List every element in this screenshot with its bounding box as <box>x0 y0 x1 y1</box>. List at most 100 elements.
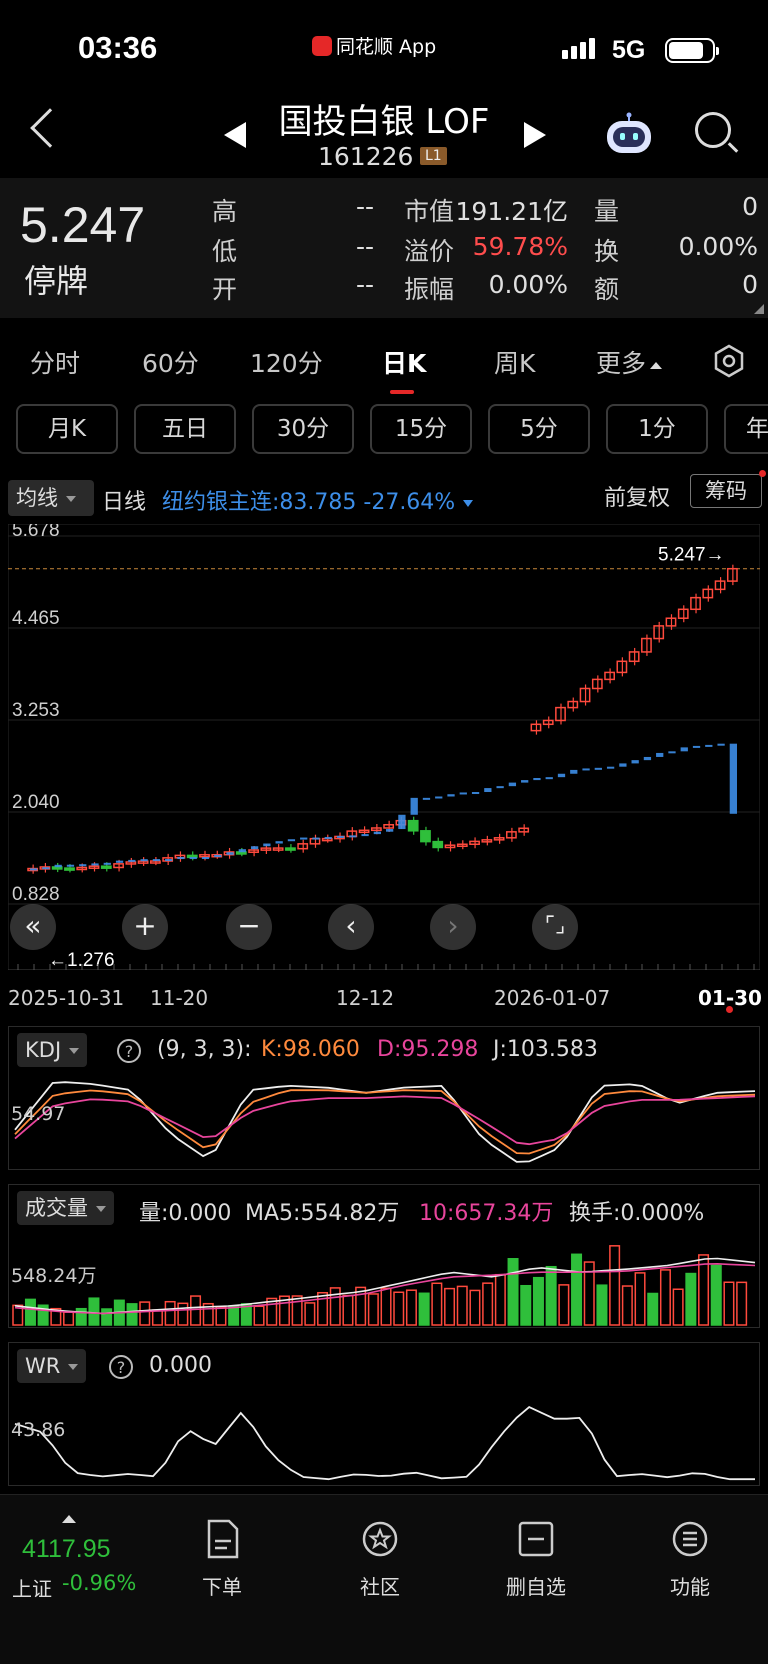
silver-candle <box>717 743 725 746</box>
next-stock-icon[interactable] <box>524 122 546 148</box>
silver-candle <box>189 857 197 860</box>
nav-community[interactable]: 社区 <box>330 1519 430 1600</box>
nav-functions-label: 功能 <box>670 1575 710 1599</box>
scroll-left-icon[interactable]: ‹ <box>328 904 374 950</box>
stock-code: 161226 <box>318 142 414 171</box>
nav-community-label: 社区 <box>360 1575 400 1599</box>
candle-body <box>51 866 63 870</box>
period-month[interactable]: 月K <box>16 404 118 454</box>
period-5min[interactable]: 5分 <box>488 404 590 454</box>
daily-line-label: 日线 <box>102 490 147 515</box>
silver-candle <box>140 859 148 862</box>
robot-assistant-icon[interactable] <box>604 112 654 156</box>
silver-candle <box>668 751 676 754</box>
silver-candle <box>66 864 75 867</box>
wr-panel: WR ? 0.000 43.86 <box>8 1342 760 1486</box>
tab-more[interactable]: 更多 <box>596 344 663 380</box>
index-value[interactable]: 4117.95 <box>22 1535 111 1564</box>
signal-icon <box>562 38 595 59</box>
level-badge: L1 <box>420 147 447 165</box>
nav-order[interactable]: 下单 <box>172 1519 272 1600</box>
help-icon[interactable]: ? <box>109 1355 133 1379</box>
wr-select[interactable]: WR <box>17 1349 87 1383</box>
network-type: 5G <box>612 36 646 64</box>
volume-current: 量:0.000 <box>139 1201 232 1226</box>
volume-bar <box>609 1245 621 1326</box>
app-name: 同花顺 App <box>336 36 437 58</box>
period-year[interactable]: 年 <box>724 404 768 454</box>
adjustment-mode[interactable]: 前复权 <box>604 480 670 512</box>
tab-intraday[interactable]: 分时 <box>30 344 80 380</box>
low-value: -- <box>355 232 374 261</box>
silver-candle <box>300 837 308 840</box>
volume-bar <box>253 1305 265 1326</box>
silver-candle <box>373 831 381 835</box>
volume-bar <box>698 1254 710 1326</box>
silver-candle <box>422 797 431 800</box>
date-tick: 12-12 <box>336 986 395 1010</box>
volume-bar <box>304 1302 316 1326</box>
zoom-in-icon[interactable]: + <box>122 904 168 950</box>
period-30min[interactable]: 30分 <box>252 404 354 454</box>
volume-bar <box>723 1281 735 1326</box>
help-icon[interactable]: ? <box>117 1039 141 1063</box>
candle-body <box>420 830 431 843</box>
tab-60min[interactable]: 60分 <box>142 344 199 380</box>
scroll-right-icon[interactable]: › <box>430 904 476 950</box>
date-marker <box>726 1006 733 1013</box>
kdj-select[interactable]: KDJ <box>17 1033 88 1067</box>
silver-candle <box>312 837 320 840</box>
current-price: 5.247 <box>20 197 146 253</box>
silver-candle <box>656 752 664 757</box>
high-value: -- <box>355 192 374 221</box>
nav-functions[interactable]: 功能 <box>640 1519 740 1600</box>
search-icon[interactable] <box>695 112 731 148</box>
tab-weekly-k[interactable]: 周K <box>494 344 535 380</box>
volume-ma5: MA5:554.82万 <box>245 1201 400 1226</box>
volume-bar <box>659 1269 671 1326</box>
settings-hexagon-icon[interactable] <box>712 344 746 378</box>
nav-remove-watchlist-label: 删自选 <box>506 1575 566 1599</box>
fullscreen-icon[interactable]: ⌜⌟ <box>532 904 578 950</box>
y-tick-label: 4.465 <box>12 608 60 629</box>
nav-remove-watchlist[interactable]: 删自选 <box>486 1519 586 1600</box>
menu-icon <box>672 1521 708 1557</box>
silver-candle <box>606 766 615 769</box>
indicator-bar: 均线 日线 纽约银主连:83.785 -27.64% 前复权 筹码 <box>0 470 768 522</box>
candlestick-chart[interactable]: 5.678 4.465 3.253 2.040 0.828 5.247→ ←1.276 <box>8 524 760 970</box>
silver-candle <box>250 846 259 850</box>
clock: 03:36 <box>78 30 158 65</box>
volume-bar <box>139 1301 151 1326</box>
silver-candle <box>471 792 480 795</box>
silver-overlay[interactable]: 纽约银主连:83.785 -27.64% <box>162 484 474 516</box>
period-1min[interactable]: 1分 <box>606 404 708 454</box>
chart-frame <box>8 524 760 970</box>
index-change: -0.96% <box>62 1571 137 1595</box>
ma-select[interactable]: 均线 <box>8 480 94 516</box>
volume-bar <box>405 1289 417 1326</box>
chip-button[interactable]: 筹码 <box>690 474 762 508</box>
volume-select[interactable]: 成交量 <box>17 1191 114 1225</box>
market-cap-label: 市值 <box>404 197 455 226</box>
rewind-icon[interactable]: « <box>10 904 56 950</box>
volume-bar <box>469 1289 481 1326</box>
silver-candle <box>557 773 566 778</box>
candle-body <box>64 867 75 871</box>
volume-panel: 成交量 量:0.000 MA5:554.82万 10:657.34万 换手:0.… <box>8 1184 760 1328</box>
tab-daily-k[interactable]: 日K <box>382 344 426 380</box>
community-star-icon <box>362 1521 398 1557</box>
zoom-out-icon[interactable]: − <box>226 904 272 950</box>
silver-candle <box>545 777 553 780</box>
wr-select-label: WR <box>25 1354 61 1378</box>
volume-bar <box>367 1293 379 1326</box>
silver-candle <box>619 763 627 767</box>
expand-corner-icon[interactable] <box>754 304 764 314</box>
volume-bar <box>520 1284 532 1326</box>
amount-value: 0 <box>742 270 758 299</box>
period-5day[interactable]: 五日 <box>134 404 236 454</box>
open-label: 开 <box>212 275 238 304</box>
volume-bar <box>621 1285 633 1326</box>
tab-120min[interactable]: 120分 <box>250 344 323 380</box>
volume-level: 548.24万 <box>11 1265 97 1287</box>
period-15min[interactable]: 15分 <box>370 404 472 454</box>
